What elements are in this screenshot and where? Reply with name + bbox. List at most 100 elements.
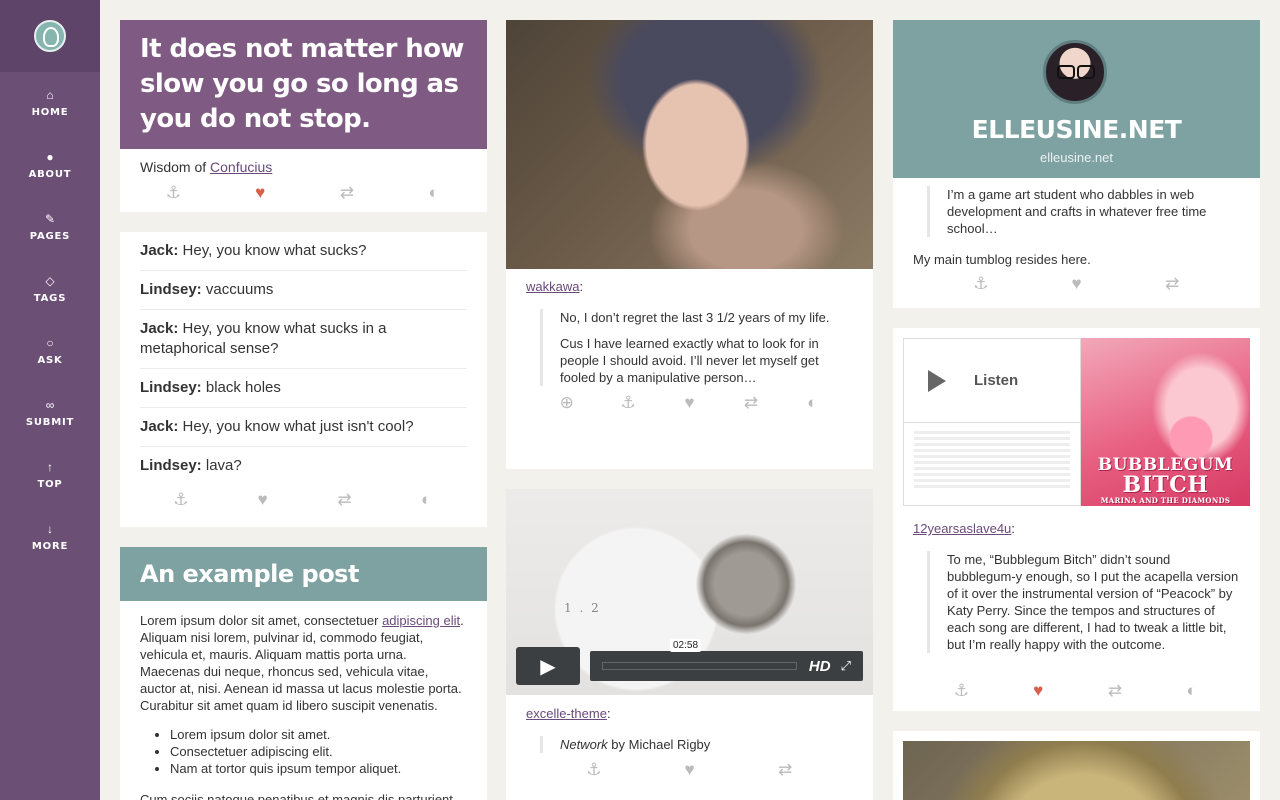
- like-heart-icon[interactable]: ♥: [1018, 681, 1058, 701]
- text-p1-link[interactable]: adipiscing elit: [382, 613, 460, 628]
- permalink-anchor-icon[interactable]: ⚓: [608, 393, 648, 413]
- sidebar-item-label: TOP: [37, 479, 63, 490]
- quote-source-link[interactable]: Confucius: [210, 159, 272, 175]
- sidebar-nav: ⌂ HOME ● ABOUT ✎ PAGES ◇ TAGS ○ ASK ∞ SUBMIT ↑ TOP ↓ MO…: [0, 72, 100, 568]
- audio-caption: 12yearsaslave4u: To me, “Bubblegum Bitch…: [893, 520, 1260, 653]
- audio-post: Listen BUBBLEGUM BITCH MARINA AND THE DI…: [893, 328, 1260, 711]
- notes-globe-icon[interactable]: ◐: [792, 393, 832, 413]
- profile-bio: I’m a game art student who dabbles in we…: [927, 186, 1240, 237]
- sidebar-item-label: MORE: [31, 541, 69, 552]
- chat-speaker: Lindsey:: [140, 457, 202, 474]
- video-source-link[interactable]: excelle-theme: [526, 706, 607, 721]
- chat-text: Hey, you know what just isn't cool?: [178, 418, 414, 435]
- album-artist: MARINA AND THE DIAMONDS: [1100, 496, 1231, 505]
- sidebar-item-top[interactable]: ↑ TOP: [0, 444, 100, 506]
- pen-icon: ✎: [44, 212, 56, 226]
- quote-text: It does not matter how slow you go so lo…: [120, 20, 487, 149]
- plate-image[interactable]: [903, 741, 1250, 800]
- site-url[interactable]: elleusine.net: [893, 150, 1260, 165]
- sidebar-item-ask[interactable]: ○ ASK: [0, 320, 100, 382]
- chat-speaker: Lindsey:: [140, 281, 202, 298]
- chat-text: Hey, you know what sucks?: [178, 242, 367, 259]
- notes-globe-icon[interactable]: ◐: [414, 183, 454, 203]
- audio-actions: ⚓ ♥ ⇄ ◐: [893, 676, 1260, 706]
- chat-line: Lindsey: black holes: [140, 369, 467, 408]
- notes-globe-icon[interactable]: ◐: [406, 490, 446, 510]
- audio-listen-button[interactable]: Listen: [904, 339, 1080, 423]
- like-heart-icon[interactable]: ♥: [243, 490, 283, 510]
- lightbulb-icon: ○: [46, 336, 54, 350]
- arrow-down-icon: ↓: [47, 522, 53, 536]
- chat-actions: ⚓ ♥ ⇄ ◐: [140, 485, 467, 515]
- logo-icon[interactable]: [34, 20, 66, 52]
- reblog-icon[interactable]: ⇄: [1095, 681, 1135, 701]
- photo-image[interactable]: [506, 20, 873, 269]
- photo-quote-p1: No, I don’t regret the last 3 1/2 years …: [560, 310, 830, 325]
- sidebar-item-label: ASK: [37, 355, 63, 366]
- album-title-line-2: BITCH: [1122, 472, 1209, 498]
- fullscreen-icon[interactable]: ⤢: [841, 658, 851, 674]
- hd-toggle[interactable]: HD: [809, 658, 831, 675]
- photo-source-link[interactable]: wakkawa: [526, 279, 579, 294]
- video-progress-track[interactable]: [602, 662, 797, 670]
- text-post-title: An example post: [120, 547, 487, 601]
- user-icon: ●: [46, 150, 54, 164]
- video-controls: ▶ 02:58 HD ⤢: [516, 639, 863, 685]
- reblog-icon[interactable]: ⇄: [327, 183, 367, 203]
- quote-actions: ⚓ ♥ ⇄ ◐: [120, 178, 487, 208]
- audio-source-link[interactable]: 12yearsaslave4u: [913, 521, 1011, 536]
- video-caption: excelle-theme: Network by Michael Rigby: [506, 695, 873, 753]
- reblog-icon[interactable]: ⇄: [1152, 274, 1192, 294]
- permalink-anchor-icon[interactable]: ⚓: [574, 760, 614, 780]
- photo-source: wakkawa:: [526, 279, 584, 294]
- permalink-anchor-icon[interactable]: ⚓: [161, 490, 201, 510]
- sidebar-item-home[interactable]: ⌂ HOME: [0, 72, 100, 134]
- sidebar: ⌂ HOME ● ABOUT ✎ PAGES ◇ TAGS ○ ASK ∞ SUBMIT ↑ TOP ↓ MO…: [0, 0, 100, 800]
- chat-text: black holes: [201, 379, 281, 396]
- logo-area[interactable]: [0, 0, 100, 72]
- like-heart-icon[interactable]: ♥: [669, 393, 709, 413]
- reblog-icon[interactable]: ⇄: [324, 490, 364, 510]
- chat-line: Jack: Hey, you know what sucks in a meta…: [140, 310, 467, 369]
- video-play-button[interactable]: ▶: [516, 647, 580, 685]
- image-post: [893, 731, 1260, 800]
- permalink-anchor-icon[interactable]: ⚓: [961, 274, 1001, 294]
- permalink-anchor-icon[interactable]: ⚓: [153, 183, 193, 203]
- permalink-anchor-icon[interactable]: ⚓: [941, 681, 981, 701]
- zoom-icon[interactable]: ⊕: [547, 393, 587, 413]
- video-caption-by: by Michael Rigby: [607, 737, 711, 752]
- video-caption-title: Network: [560, 737, 608, 752]
- video-post: 1 . 2 ▶ 02:58 HD ⤢ excelle-theme: Networ…: [506, 489, 873, 800]
- like-heart-icon[interactable]: ♥: [240, 183, 280, 203]
- sidebar-item-submit[interactable]: ∞ SUBMIT: [0, 382, 100, 444]
- sidebar-item-pages[interactable]: ✎ PAGES: [0, 196, 100, 258]
- sidebar-item-tags[interactable]: ◇ TAGS: [0, 258, 100, 320]
- text-p1-a: Lorem ipsum dolor sit amet, consectetuer: [140, 613, 383, 628]
- notes-globe-icon[interactable]: ◐: [1172, 681, 1212, 701]
- photo-post: wakkawa: No, I don’t regret the last 3 1…: [506, 20, 873, 469]
- home-icon: ⌂: [46, 88, 54, 102]
- sidebar-item-more[interactable]: ↓ MORE: [0, 506, 100, 568]
- chat-line: Jack: Hey, you know what sucks?: [140, 232, 467, 271]
- audio-waveform: [904, 423, 1080, 499]
- like-heart-icon[interactable]: ♥: [1056, 274, 1096, 294]
- video-scrubber[interactable]: 02:58 HD ⤢: [590, 639, 863, 681]
- list-item: Lorem ipsum dolor sit amet.: [170, 726, 467, 743]
- reblog-icon[interactable]: ⇄: [765, 760, 805, 780]
- site-title[interactable]: ELLEUSINE.NET: [893, 115, 1260, 144]
- video-player[interactable]: 1 . 2 ▶ 02:58 HD ⤢: [506, 489, 873, 695]
- like-heart-icon[interactable]: ♥: [669, 760, 709, 780]
- video-overlay-text: 1 . 2: [564, 601, 601, 615]
- link-icon: ∞: [45, 398, 55, 412]
- photo-actions: ⊕ ⚓ ♥ ⇄ ◐: [506, 388, 873, 418]
- play-icon[interactable]: [928, 369, 946, 392]
- quote-source: Wisdom of Confucius: [120, 149, 487, 176]
- reblog-icon[interactable]: ⇄: [731, 393, 771, 413]
- photo-quote: No, I don’t regret the last 3 1/2 years …: [540, 309, 853, 386]
- text-post-paragraph-2: Cum sociis natoque penatibus et magnis d…: [140, 792, 453, 800]
- avatar[interactable]: [1043, 40, 1107, 104]
- chat-lines: Jack: Hey, you know what sucks? Lindsey: …: [140, 232, 467, 485]
- chat-speaker: Jack:: [140, 418, 179, 435]
- list-item: Consectetuer adipiscing elit.: [170, 743, 467, 760]
- sidebar-item-about[interactable]: ● ABOUT: [0, 134, 100, 196]
